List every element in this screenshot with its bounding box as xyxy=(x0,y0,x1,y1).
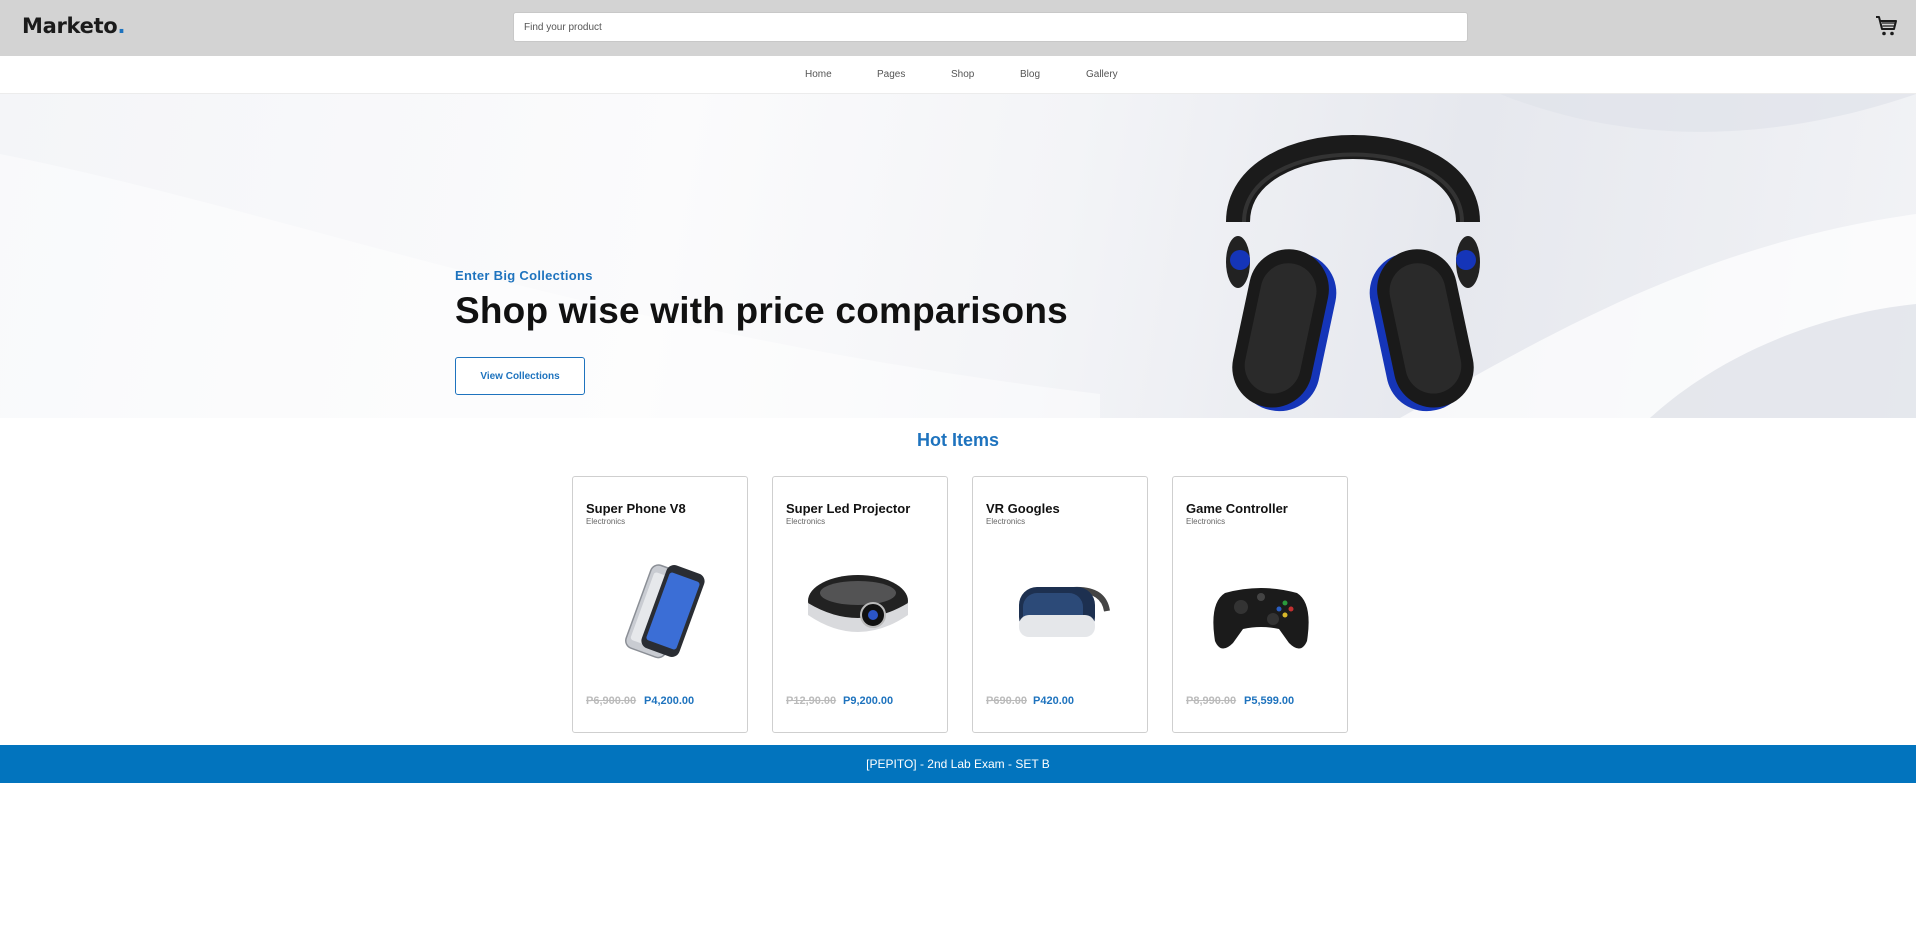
top-header: Marketo. xyxy=(0,0,1916,56)
product-old-price: P690.00 xyxy=(986,695,1027,707)
product-old-price: P8,990.00 xyxy=(1186,695,1237,707)
view-collections-button[interactable]: View Collections xyxy=(455,357,585,395)
product-old-price: P6,900.00 xyxy=(586,695,637,707)
logo-text: Marketo xyxy=(22,14,118,38)
product-price: P420.00 xyxy=(1033,695,1074,707)
phone-image xyxy=(625,564,705,659)
search-input[interactable] xyxy=(513,12,1468,42)
logo-dot: . xyxy=(117,14,126,38)
product-card[interactable]: Super Led Projector Electronics P12,90.0… xyxy=(772,476,948,733)
product-price: P9,200.00 xyxy=(843,695,894,707)
hot-items-title: Hot Items xyxy=(916,430,999,450)
product-card[interactable]: Game Controller Electronics P8,990.00 P5… xyxy=(1172,476,1348,733)
projector-image xyxy=(808,575,908,632)
product-name: Super Phone V8 xyxy=(586,501,686,516)
hero-title: Shop wise with price comparisons xyxy=(455,290,1068,331)
product-category: Electronics xyxy=(586,517,626,526)
product-name: Super Led Projector xyxy=(786,501,911,516)
headphones-image xyxy=(1226,135,1480,412)
nav-home[interactable]: Home xyxy=(805,69,832,80)
footer-text: [PEPITO] - 2nd Lab Exam - SET B xyxy=(866,757,1050,771)
product-category: Electronics xyxy=(986,517,1026,526)
footer: [PEPITO] - 2nd Lab Exam - SET B xyxy=(0,745,1916,783)
game-controller-image xyxy=(1213,588,1309,649)
hero-banner: Enter Big Collections Shop wise with pri… xyxy=(0,94,1916,418)
logo[interactable]: Marketo. xyxy=(22,14,125,38)
cart-icon[interactable] xyxy=(1875,14,1899,38)
product-card[interactable]: Super Phone V8 Electronics P6,900.00 P4,… xyxy=(572,476,748,733)
product-price: P4,200.00 xyxy=(644,695,695,707)
hero-kicker: Enter Big Collections xyxy=(455,268,593,283)
main-nav: Home Pages Shop Blog Gallery xyxy=(0,56,1916,94)
nav-shop[interactable]: Shop xyxy=(951,69,974,80)
hero-background-swoosh xyxy=(0,94,1916,418)
product-card[interactable]: VR Googles Electronics P690.00 P420.00 xyxy=(972,476,1148,733)
product-old-price: P12,90.00 xyxy=(786,695,837,707)
vr-headset-image xyxy=(1019,587,1110,637)
product-price: P5,599.00 xyxy=(1244,695,1295,707)
nav-gallery[interactable]: Gallery xyxy=(1086,69,1118,80)
product-name: Game Controller xyxy=(1186,501,1288,516)
nav-pages[interactable]: Pages xyxy=(877,69,905,80)
product-name: VR Googles xyxy=(986,501,1060,516)
nav-blog[interactable]: Blog xyxy=(1020,69,1040,80)
product-category: Electronics xyxy=(1186,517,1226,526)
product-category: Electronics xyxy=(786,517,826,526)
